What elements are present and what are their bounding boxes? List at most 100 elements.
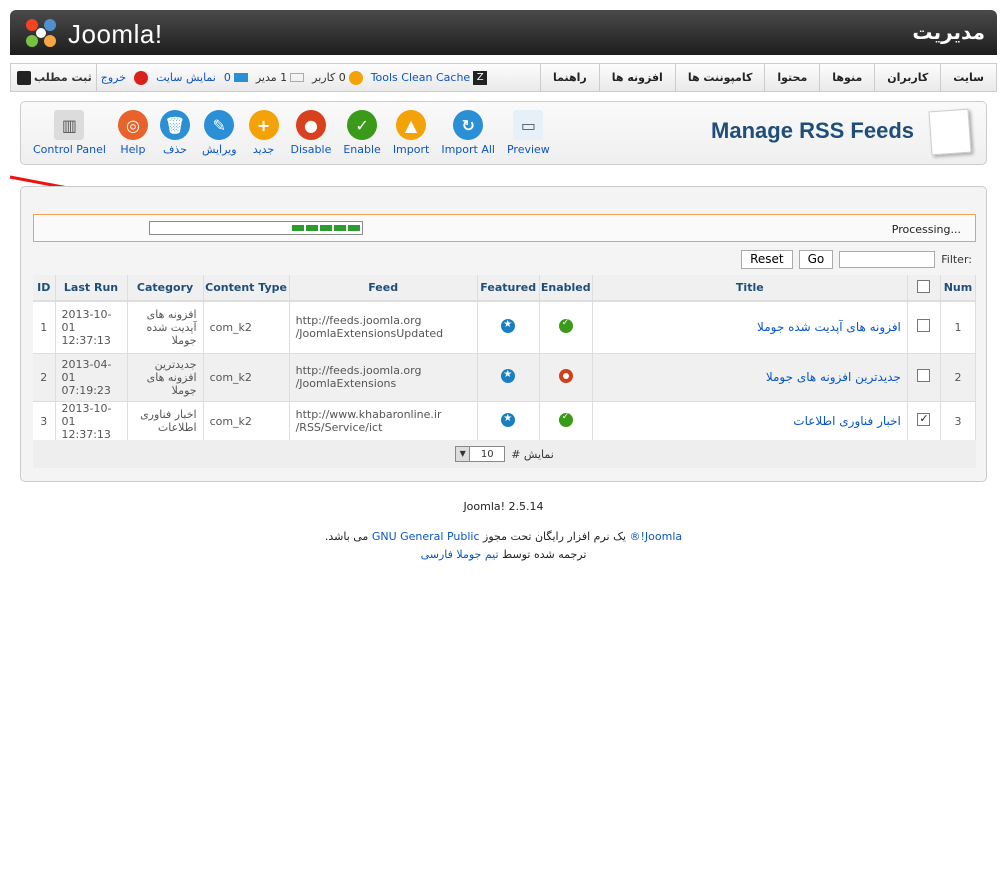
filter-label: Filter: bbox=[941, 253, 972, 266]
toolbar: ▥ Control Panel ◎ Help 🗑 حذف ✎ ویرایش + جدید ● Disa… bbox=[27, 110, 556, 156]
toolbar-button-plus[interactable]: + جدید bbox=[248, 110, 279, 156]
cell-enabled[interactable] bbox=[539, 301, 593, 354]
toolbar-box: ▥ Control Panel ◎ Help 🗑 حذف ✎ ویرایش + جدید ● Disa… bbox=[20, 101, 987, 165]
feeds-table: ID Last Run Category Content Type Feed F… bbox=[33, 275, 977, 442]
toolbar-button-control-panel[interactable]: ▥ Control Panel bbox=[33, 110, 106, 156]
feed-title-link[interactable]: افزونه های آپدیت شده جوملا bbox=[757, 320, 901, 334]
enabled-check-icon[interactable] bbox=[558, 412, 573, 427]
cell-feed: http://feeds.joomla.org/JoomlaExtensions… bbox=[289, 301, 478, 354]
logout-link[interactable]: خروج bbox=[101, 71, 126, 84]
toolbar-button-enable[interactable]: ✓ Enable bbox=[343, 110, 381, 156]
logout-icon bbox=[134, 70, 149, 85]
chevron-down-icon[interactable]: ▼ bbox=[456, 447, 471, 461]
menu-item-menus[interactable]: منوها bbox=[819, 64, 874, 91]
cell-num: 1 bbox=[940, 301, 977, 354]
pencil-icon: ✎ bbox=[204, 110, 235, 140]
clean-cache-link[interactable]: Z Tools Clean Cache bbox=[371, 70, 488, 85]
license-link[interactable]: GNU General Public bbox=[372, 530, 480, 543]
select-all-checkbox[interactable] bbox=[917, 279, 931, 293]
featured-star-icon[interactable] bbox=[501, 368, 516, 383]
cell-content-type: com_k2 bbox=[203, 401, 290, 442]
row-checkbox[interactable] bbox=[917, 319, 931, 333]
pagination-bar: نمایش # ▼ 10 bbox=[33, 440, 976, 468]
cell-last-run: 2013-04-01 07:19:23 bbox=[55, 353, 128, 402]
col-id[interactable]: ID bbox=[33, 275, 56, 302]
filter-bar: Reset Go Filter: bbox=[741, 250, 972, 269]
cell-category: افزونه های آپدیت شده جوملا bbox=[127, 301, 204, 354]
cell-content-type: com_k2 bbox=[203, 353, 290, 402]
menu-item-site[interactable]: سایت bbox=[940, 64, 996, 91]
toolbar-button-label: Import bbox=[392, 143, 430, 156]
cell-featured[interactable] bbox=[477, 301, 540, 354]
menu-item-extensions[interactable]: افزونه ها bbox=[598, 64, 675, 91]
toolbar-button-disable[interactable]: ● Disable bbox=[291, 110, 331, 156]
version-text: Joomla! 2.5.14 bbox=[463, 500, 544, 513]
col-last-run[interactable]: Last Run bbox=[55, 275, 128, 302]
col-content-type[interactable]: Content Type bbox=[203, 275, 290, 302]
cell-featured[interactable] bbox=[477, 401, 540, 442]
cell-checkbox[interactable] bbox=[907, 353, 941, 402]
plus-icon: + bbox=[248, 110, 279, 140]
display-limit-select[interactable]: ▼ 10 bbox=[455, 446, 506, 462]
cell-enabled[interactable] bbox=[539, 353, 593, 402]
clean-cache-label[interactable]: Tools Clean Cache bbox=[371, 71, 471, 84]
cell-checkbox[interactable] bbox=[907, 401, 941, 442]
cell-checkbox[interactable] bbox=[907, 301, 941, 354]
progress-block bbox=[292, 225, 304, 231]
enabled-check-icon[interactable] bbox=[558, 318, 573, 333]
go-button[interactable]: Go bbox=[798, 250, 834, 269]
lifebuoy-icon: ◎ bbox=[117, 110, 148, 140]
col-enabled[interactable]: Enabled bbox=[539, 275, 593, 302]
refresh-icon: ↻ bbox=[453, 110, 484, 140]
toolbar-button-lifebuoy[interactable]: ◎ Help bbox=[117, 110, 148, 156]
toolbar-button-pencil[interactable]: ✎ ویرایش bbox=[202, 110, 237, 156]
menu-item-users[interactable]: کاربران bbox=[874, 64, 940, 91]
toolbar-button-refresh[interactable]: ↻ Import All bbox=[441, 110, 495, 156]
cell-featured[interactable] bbox=[477, 353, 540, 402]
logout-label[interactable]: خروج bbox=[101, 71, 126, 84]
reset-button[interactable]: Reset bbox=[741, 250, 793, 269]
col-category[interactable]: Category bbox=[127, 275, 204, 302]
feed-title-link[interactable]: جدیدترین افزونه های جوملا bbox=[766, 370, 901, 384]
import-icon: ▲ bbox=[396, 110, 427, 140]
translated-link[interactable]: تیم جوملا فارسی bbox=[421, 548, 499, 561]
disabled-icon[interactable] bbox=[558, 368, 573, 383]
cell-num: 2 bbox=[940, 353, 977, 402]
cell-enabled[interactable] bbox=[539, 401, 593, 442]
divider bbox=[95, 64, 97, 91]
toolbar-button-import[interactable]: ▲ Import bbox=[392, 110, 430, 156]
last-run-time: 12:37:13 bbox=[61, 427, 111, 441]
row-checkbox[interactable] bbox=[917, 412, 931, 426]
filter-input[interactable] bbox=[839, 251, 936, 268]
menu-item-components[interactable]: کامپوننت ها bbox=[674, 64, 765, 91]
messages-count[interactable]: 0 bbox=[224, 71, 248, 84]
col-num: Num bbox=[940, 275, 977, 302]
register-link[interactable]: ثبت مطلب bbox=[17, 70, 92, 85]
feed-title-link[interactable]: اخبار فناوری اطلاعات bbox=[793, 414, 901, 428]
messages-count-label[interactable]: 0 bbox=[224, 71, 231, 84]
view-site-link[interactable]: نمایش سایت bbox=[156, 71, 216, 84]
processing-text: Processing... bbox=[891, 223, 961, 236]
col-feed[interactable]: Feed bbox=[289, 275, 478, 302]
col-title[interactable]: Title bbox=[592, 275, 908, 302]
menu-item-content[interactable]: محتوا bbox=[764, 64, 819, 91]
translated-prefix: ترجمه شده توسط bbox=[498, 548, 587, 561]
joomla-link[interactable]: Joomla!® bbox=[630, 530, 683, 543]
table-header-row: ID Last Run Category Content Type Feed F… bbox=[33, 275, 977, 302]
toolbar-button-trash[interactable]: 🗑 حذف bbox=[159, 110, 190, 156]
last-run-date: 2013-04-01 bbox=[61, 357, 112, 384]
featured-star-icon[interactable] bbox=[501, 318, 516, 333]
mail-icon bbox=[290, 73, 305, 82]
row-checkbox[interactable] bbox=[917, 369, 931, 382]
menu-item-help[interactable]: راهنما bbox=[540, 64, 599, 91]
col-featured[interactable]: Featured bbox=[477, 275, 540, 302]
display-limit-value: 10 bbox=[480, 448, 494, 460]
last-run-date: 2013-10-01 bbox=[61, 401, 112, 428]
monitor-icon bbox=[233, 73, 248, 82]
toolbar-button-preview[interactable]: ▭ Preview bbox=[507, 110, 550, 156]
view-site-label[interactable]: نمایش سایت bbox=[156, 71, 216, 84]
col-select-all[interactable] bbox=[907, 275, 941, 302]
last-run-time: 07:19:23 bbox=[61, 383, 111, 397]
toolbar-button-label: Import All bbox=[441, 143, 495, 156]
featured-star-icon[interactable] bbox=[501, 412, 516, 427]
